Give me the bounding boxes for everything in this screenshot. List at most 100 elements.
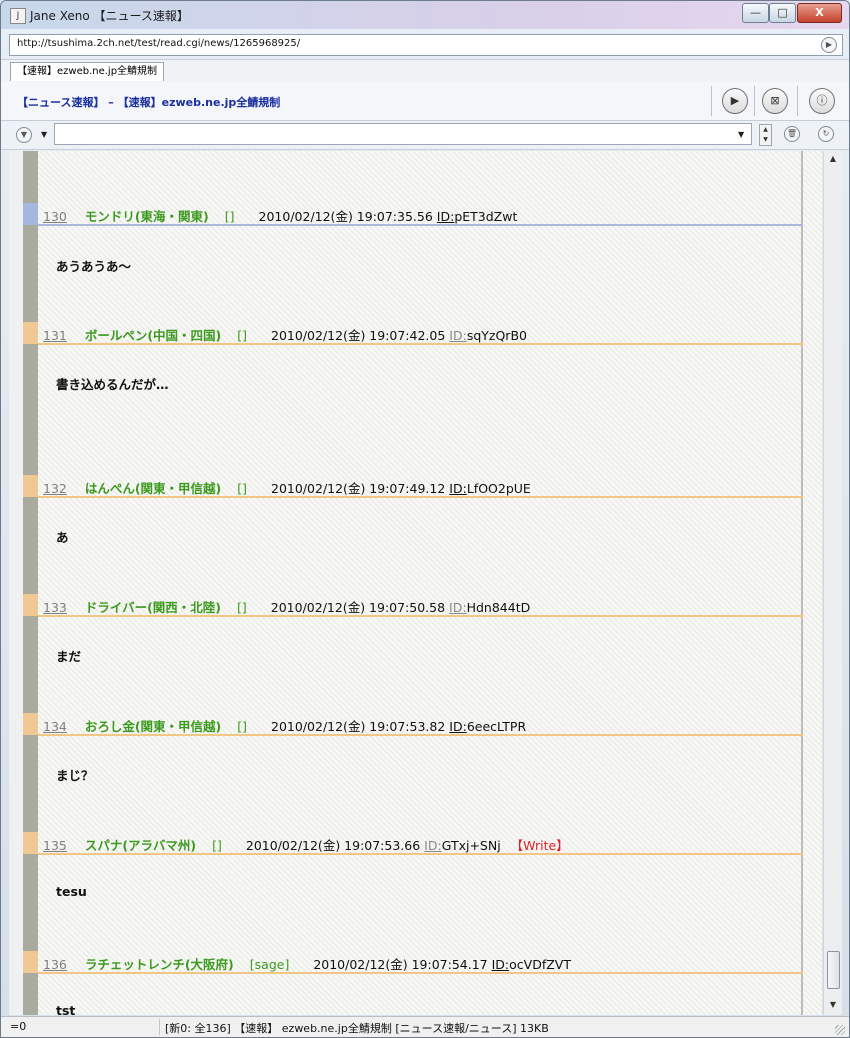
- post-id: GTxj+SNj: [441, 838, 501, 853]
- gutter-margin: [9, 151, 23, 1015]
- search-menu-icon[interactable]: ▼: [16, 127, 32, 143]
- post-author: ラチェットレンチ(大阪府): [84, 957, 234, 972]
- status-divider: [159, 1019, 160, 1035]
- go-icon[interactable]: ▶: [821, 37, 837, 53]
- post-mail[interactable]: []: [237, 328, 247, 343]
- post-marker: [23, 594, 38, 616]
- post-author: はんぺん(関東・甲信越): [84, 481, 222, 496]
- post-id: pET3dZwt: [454, 209, 518, 224]
- search-input[interactable]: [54, 123, 752, 145]
- trash-icon[interactable]: 🗑: [784, 126, 800, 142]
- post-number[interactable]: 130: [43, 209, 67, 224]
- post-mail[interactable]: []: [237, 600, 247, 615]
- maximize-button[interactable]: □: [769, 3, 796, 23]
- search-spinner[interactable]: ▲ ▼: [759, 124, 772, 146]
- post-header: 134 おろし金(関東・甲信越) [] 2010/02/12(金) 19:07:…: [23, 713, 803, 736]
- post-mail[interactable]: []: [237, 481, 247, 496]
- status-left: =0: [10, 1020, 27, 1033]
- post-body: あうあうあ〜: [56, 259, 132, 274]
- address-bar[interactable]: http://tsushima.2ch.net/test/read.cgi/ne…: [9, 34, 843, 56]
- post-date: 2010/02/12(金) 19:07:49.12: [271, 481, 446, 496]
- app-window: J Jane Xeno 【ニュース速報】 — □ X http://tsushi…: [0, 0, 850, 1038]
- post-body: tst: [56, 1003, 76, 1015]
- vertical-scrollbar[interactable]: ▲ ▼: [823, 151, 842, 1015]
- post-id: ocVDfZVT: [509, 957, 571, 972]
- post-date: 2010/02/12(金) 19:07:53.82: [271, 719, 446, 734]
- post-number[interactable]: 136: [43, 957, 67, 972]
- post-id: Hdn844tD: [466, 600, 531, 615]
- post-header: 135 スパナ(アラバマ州) [] 2010/02/12(金) 19:07:53…: [23, 832, 803, 855]
- info-icon[interactable]: ⓘ: [809, 88, 835, 114]
- post-author: ドライバー(関西・北陸): [84, 600, 222, 615]
- status-text: [新0: 全136] 【速報】 ezweb.ne.jp全鯖規制 [ニュース速報/…: [165, 1022, 549, 1035]
- gutter: [23, 151, 38, 1015]
- title-bar[interactable]: J Jane Xeno 【ニュース速報】 — □ X: [1, 1, 849, 29]
- id-link[interactable]: ID:: [449, 719, 467, 734]
- id-link[interactable]: ID:: [449, 600, 467, 615]
- post-date: 2010/02/12(金) 19:07:50.58: [270, 600, 446, 615]
- post-mail[interactable]: []: [225, 209, 235, 224]
- scroll-up-icon[interactable]: ▲: [824, 151, 842, 167]
- search-dropdown-icon[interactable]: ▼: [738, 130, 744, 139]
- post-mail[interactable]: []: [212, 838, 222, 853]
- post-number[interactable]: 135: [43, 838, 67, 853]
- toolbar-divider: [754, 86, 755, 116]
- post-header: 136 ラチェットレンチ(大阪府) [sage] 2010/02/12(金) 1…: [23, 951, 803, 974]
- post-number[interactable]: 133: [43, 600, 67, 615]
- thread-title-bar: 【ニュース速報】 – 【速報】ezweb.ne.jp全鯖規制 ▶ ⊠ ⓘ: [1, 82, 849, 121]
- post-number[interactable]: 132: [43, 481, 67, 496]
- post-marker: [23, 203, 38, 225]
- post-date: 2010/02/12(金) 19:07:53.66: [245, 838, 421, 853]
- post-header: 133 ドライバー(関西・北陸) [] 2010/02/12(金) 19:07:…: [23, 594, 803, 617]
- post-marker: [23, 832, 38, 854]
- post-number[interactable]: 134: [43, 719, 67, 734]
- app-icon: J: [10, 8, 26, 24]
- search-bar: ▼ ▼ ▼ ▲ ▼ 🗑 ↻: [1, 121, 849, 150]
- id-link[interactable]: ID:: [449, 481, 467, 496]
- resize-grip-icon[interactable]: [835, 1025, 845, 1035]
- status-bar: =0 [新0: 全136] 【速報】 ezweb.ne.jp全鯖規制 [ニュース…: [1, 1016, 849, 1037]
- post-id: 6eecLTPR: [466, 719, 527, 734]
- post-header: 132 はんぺん(関東・甲信越) [] 2010/02/12(金) 19:07:…: [23, 475, 803, 498]
- id-link[interactable]: ID:: [492, 957, 510, 972]
- post-date: 2010/02/12(金) 19:07:42.05: [271, 328, 446, 343]
- write-tag: 【Write】: [510, 838, 569, 853]
- minimize-button[interactable]: —: [742, 3, 769, 23]
- post-author: モンドリ(東海・関東): [84, 209, 209, 224]
- tab-thread[interactable]: 【速報】ezweb.ne.jp全鯖規制: [10, 62, 165, 81]
- post-header: 130 モンドリ(東海・関東) [] 2010/02/12(金) 19:07:3…: [23, 203, 803, 226]
- play-icon[interactable]: ▶: [722, 88, 748, 114]
- post-marker: [23, 322, 38, 344]
- thread-title: 【ニュース速報】 – 【速報】ezweb.ne.jp全鯖規制: [17, 96, 281, 109]
- scroll-down-icon[interactable]: ▼: [824, 997, 842, 1013]
- id-link[interactable]: ID:: [437, 209, 455, 224]
- post-mail[interactable]: []: [237, 719, 247, 734]
- toolbar-divider: [711, 86, 712, 116]
- id-link[interactable]: ID:: [424, 838, 442, 853]
- post-date: 2010/02/12(金) 19:07:35.56: [258, 209, 433, 224]
- post-date: 2010/02/12(金) 19:07:54.17: [313, 957, 488, 972]
- post-header: 131 ボールペン(中国・四国) [] 2010/02/12(金) 19:07:…: [23, 322, 803, 345]
- post-mail[interactable]: [sage]: [250, 957, 290, 972]
- refresh-icon[interactable]: ↻: [818, 126, 834, 142]
- address-url: http://tsushima.2ch.net/test/read.cgi/ne…: [17, 38, 301, 49]
- post-body: 書き込めるんだが…: [56, 377, 169, 392]
- post-id: sqYzQrB0: [466, 328, 527, 343]
- post-body: あ: [56, 530, 69, 545]
- close-thread-icon[interactable]: ⊠: [762, 88, 788, 114]
- scroll-thumb[interactable]: [827, 951, 840, 989]
- post-marker: [23, 475, 38, 497]
- post-number[interactable]: 131: [43, 328, 67, 343]
- post-body: まだ: [56, 649, 82, 664]
- toolbar-divider: [797, 86, 798, 116]
- post-marker: [23, 713, 38, 735]
- post-author: おろし金(関東・甲信越): [84, 719, 222, 734]
- post-body: まじ？: [56, 768, 94, 783]
- post-id: LfOO2pUE: [466, 481, 531, 496]
- chevron-down-icon[interactable]: ▼: [41, 130, 47, 139]
- id-link[interactable]: ID:: [449, 328, 467, 343]
- close-button[interactable]: X: [797, 3, 842, 23]
- thread-view[interactable]: 130 モンドリ(東海・関東) [] 2010/02/12(金) 19:07:3…: [9, 151, 822, 1015]
- window-title: Jane Xeno 【ニュース速報】: [30, 9, 189, 23]
- content-border: [801, 151, 803, 1015]
